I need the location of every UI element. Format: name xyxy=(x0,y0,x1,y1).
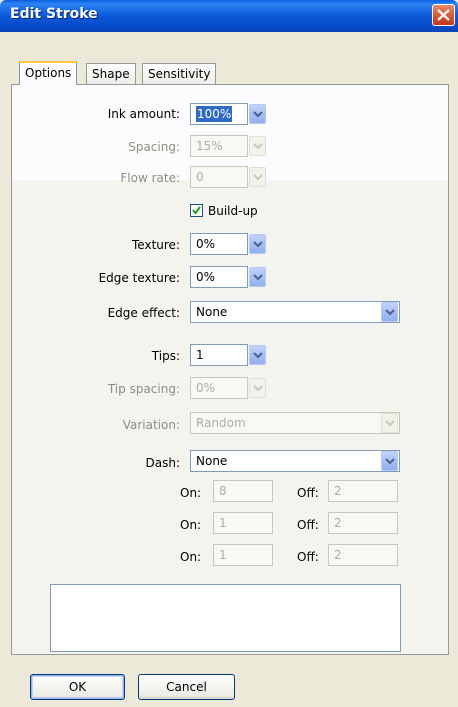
spacing-dropdown[interactable] xyxy=(249,136,266,156)
dash-on-label: On: xyxy=(180,486,202,500)
chevron-down-icon xyxy=(253,174,263,181)
dash-off-input[interactable]: 2 xyxy=(328,544,398,566)
tips-input[interactable]: 1 xyxy=(190,344,248,366)
window-title: Edit Stroke xyxy=(10,6,98,22)
build-up-checkbox[interactable] xyxy=(190,204,203,217)
tips-dropdown[interactable] xyxy=(249,345,266,365)
edge-texture-dropdown[interactable] xyxy=(249,267,266,287)
spacing-input[interactable]: 15% xyxy=(190,135,248,157)
chevron-down-icon xyxy=(253,111,263,118)
flow-rate-dropdown[interactable] xyxy=(249,167,266,187)
dash-on-input[interactable]: 1 xyxy=(213,544,273,566)
dash-off-label: Off: xyxy=(297,550,319,564)
tab-sensitivity[interactable]: Sensitivity xyxy=(142,63,217,85)
edge-texture-label: Edge texture: xyxy=(98,271,180,285)
dash-label: Dash: xyxy=(145,456,181,470)
dash-dropdown[interactable] xyxy=(381,451,398,471)
chevron-down-icon xyxy=(253,352,263,359)
dash-off-label: Off: xyxy=(297,486,319,500)
edge-effect-select[interactable]: None xyxy=(190,301,400,323)
chevron-down-icon xyxy=(253,385,263,392)
chevron-down-icon xyxy=(253,143,263,150)
texture-input[interactable]: 0% xyxy=(190,233,248,255)
title-bar: Edit Stroke xyxy=(0,0,458,32)
tab-label: Sensitivity xyxy=(148,67,211,81)
close-button[interactable] xyxy=(432,4,455,26)
tip-spacing-dropdown[interactable] xyxy=(249,378,266,398)
tips-label: Tips: xyxy=(151,349,180,363)
dash-on-input[interactable]: 1 xyxy=(213,512,273,534)
tab-label: Shape xyxy=(92,67,130,81)
build-up-label: Build-up xyxy=(208,204,258,218)
chevron-down-icon xyxy=(385,309,395,316)
ink-amount-dropdown[interactable] xyxy=(249,104,266,124)
dash-off-input[interactable]: 2 xyxy=(328,480,398,502)
dash-on-label: On: xyxy=(180,518,202,532)
dash-on-input[interactable]: 8 xyxy=(213,480,273,502)
spacing-label: Spacing: xyxy=(128,140,180,154)
ink-amount-value: 100% xyxy=(196,106,233,122)
chevron-down-icon xyxy=(253,274,263,281)
chevron-down-icon xyxy=(385,458,395,465)
cancel-button[interactable]: Cancel xyxy=(138,674,235,700)
ink-amount-input[interactable]: 100% xyxy=(190,103,248,125)
variation-dropdown[interactable] xyxy=(381,413,398,433)
close-icon xyxy=(437,9,450,21)
variation-select[interactable]: Random xyxy=(190,412,400,434)
dash-off-input[interactable]: 2 xyxy=(328,512,398,534)
tip-spacing-input[interactable]: 0% xyxy=(190,377,248,399)
tip-spacing-label: Tip spacing: xyxy=(107,382,180,396)
checkmark-icon xyxy=(192,206,201,215)
dash-off-label: Off: xyxy=(297,518,319,532)
edge-effect-dropdown[interactable] xyxy=(381,302,398,322)
texture-dropdown[interactable] xyxy=(249,234,266,254)
ok-button[interactable]: OK xyxy=(30,674,125,700)
dash-on-label: On: xyxy=(180,550,202,564)
chevron-down-icon xyxy=(385,420,395,427)
variation-label: Variation: xyxy=(122,418,180,432)
tab-shape[interactable]: Shape xyxy=(86,63,136,85)
edge-effect-label: Edge effect: xyxy=(107,306,180,320)
dash-select[interactable]: None xyxy=(190,450,400,472)
edge-texture-input[interactable]: 0% xyxy=(190,266,248,288)
texture-label: Texture: xyxy=(132,238,180,252)
ink-amount-label: Ink amount: xyxy=(107,107,180,121)
flow-rate-input[interactable]: 0 xyxy=(190,166,248,188)
tab-options[interactable]: Options xyxy=(19,61,78,85)
flow-rate-label: Flow rate: xyxy=(120,171,180,185)
stroke-preview xyxy=(50,584,401,652)
chevron-down-icon xyxy=(253,241,263,248)
tab-label: Options xyxy=(25,66,72,80)
